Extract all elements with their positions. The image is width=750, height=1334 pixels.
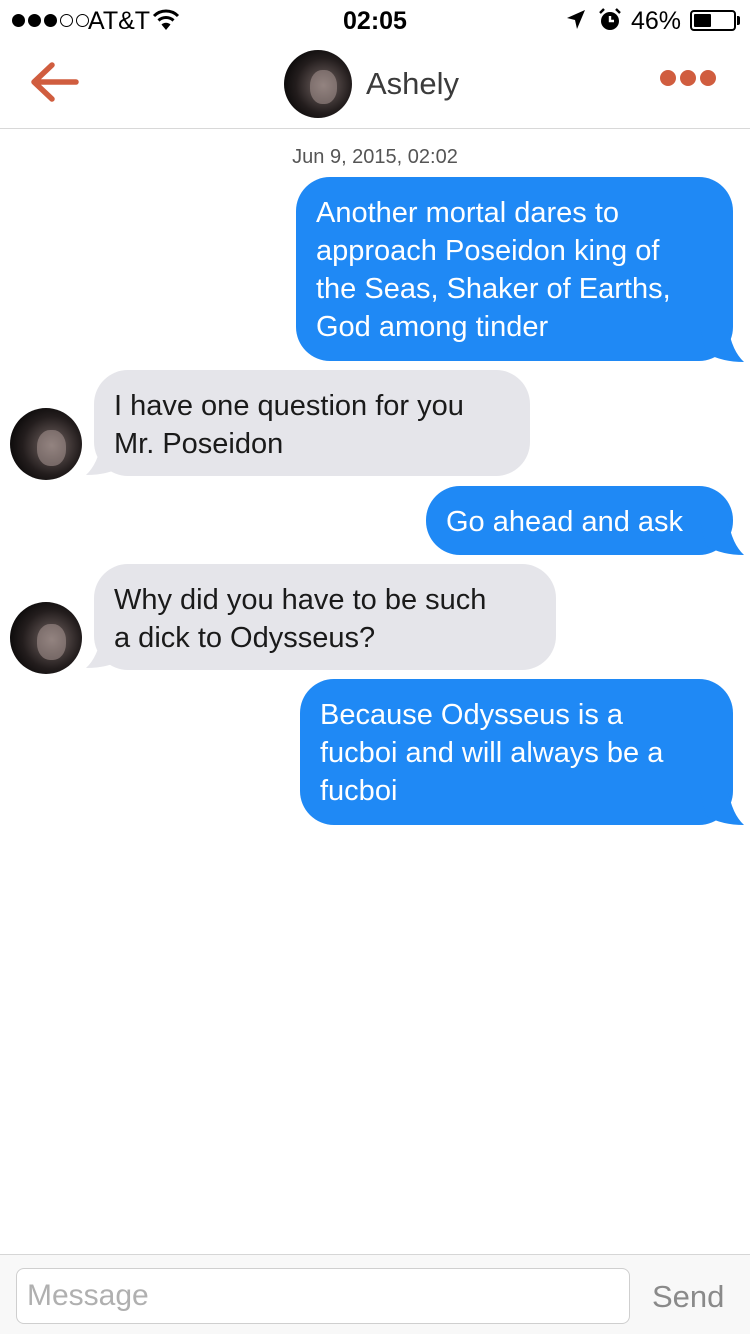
outgoing-message: Another mortal dares to approach Poseido…: [296, 177, 733, 361]
message-line: Why did you have to be such: [114, 584, 487, 616]
message-line: fucboi: [320, 775, 398, 807]
message-line: the Seas, Shaker of Earths,: [316, 273, 671, 305]
more-options-button[interactable]: [660, 70, 716, 86]
message-line: a dick to Odysseus?: [114, 622, 376, 654]
battery-percentage: 46%: [631, 7, 682, 35]
contact-name: Ashely: [366, 66, 460, 101]
sender-avatar: [10, 602, 82, 674]
status-bar: AT&T 02:05 46%: [0, 0, 750, 40]
back-arrow-icon: [31, 62, 79, 102]
more-dots-icon: [660, 70, 676, 86]
outgoing-message: Because Odysseus is a fucboi and will al…: [300, 679, 733, 825]
message-line: approach Poseidon king of: [316, 235, 660, 267]
message-line: Because Odysseus is a: [320, 699, 624, 731]
message-line: fucboi and will always be a: [320, 737, 664, 769]
bubble-tail: [700, 520, 744, 555]
message-line: Go ahead and ask: [446, 506, 684, 538]
chat-header: Ashely: [0, 40, 750, 129]
contact-avatar: [284, 50, 352, 118]
location-arrow-icon: [566, 9, 586, 36]
battery-fill: [694, 14, 711, 27]
bubble-tail: [700, 327, 744, 362]
incoming-message: Why did you have to be such a dick to Od…: [94, 564, 556, 670]
sender-avatar: [10, 408, 82, 480]
conversation-timestamp: Jun 9, 2015, 02:02: [292, 146, 458, 168]
outgoing-message: Go ahead and ask: [426, 486, 733, 555]
message-line: Mr. Poseidon: [114, 428, 284, 460]
contact-profile-link[interactable]: Ashely: [284, 50, 459, 118]
alarm-clock-icon: [598, 8, 622, 37]
back-button[interactable]: [26, 58, 82, 106]
send-button[interactable]: Send: [652, 1279, 724, 1315]
battery-icon: [690, 10, 736, 31]
message-input[interactable]: [16, 1268, 630, 1324]
message-composer: Send: [0, 1254, 750, 1334]
message-line: Another mortal dares to: [316, 197, 620, 229]
bubble-tail: [700, 790, 744, 825]
message-line: I have one question for you: [114, 390, 464, 422]
message-line: God among tinder: [316, 311, 549, 343]
battery-tip: [737, 16, 740, 25]
incoming-message: I have one question for you Mr. Poseidon: [94, 370, 530, 476]
